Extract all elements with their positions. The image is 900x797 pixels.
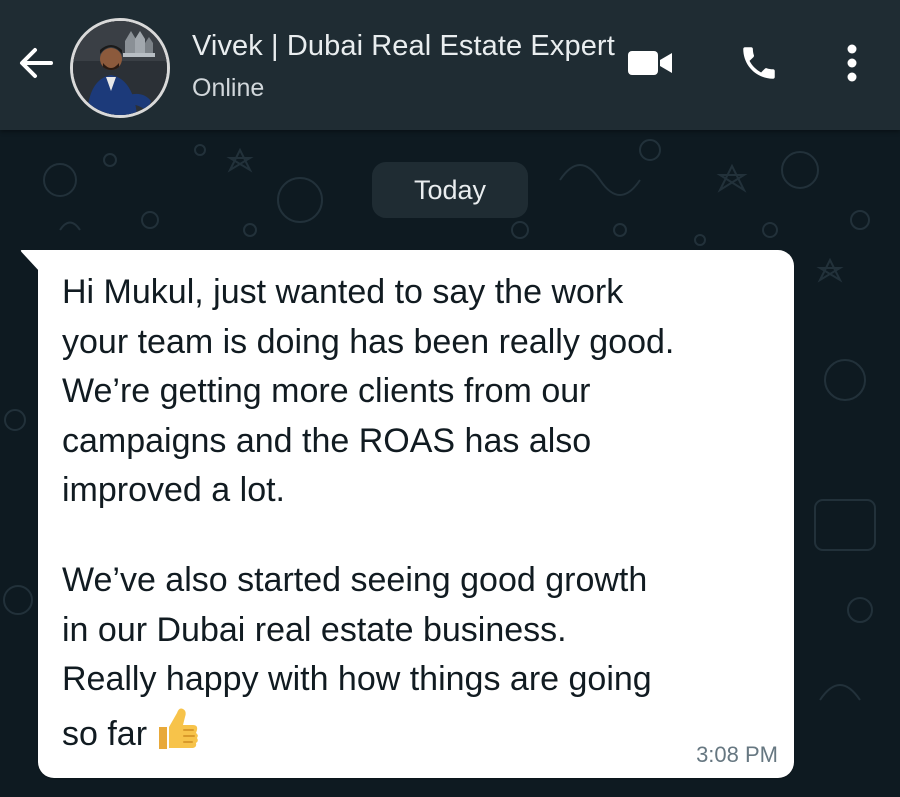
video-call-button[interactable] bbox=[620, 40, 680, 90]
phone-icon bbox=[738, 42, 780, 89]
message-timestamp: 3:08 PM bbox=[696, 742, 778, 767]
avatar-image bbox=[73, 21, 167, 115]
voice-call-button[interactable] bbox=[732, 40, 786, 90]
arrow-left-icon bbox=[17, 45, 57, 86]
video-call-icon bbox=[626, 47, 674, 84]
avatar[interactable] bbox=[70, 18, 170, 118]
back-button[interactable] bbox=[14, 42, 60, 88]
thumbs-up-icon bbox=[153, 705, 201, 768]
message-paragraph-1: Hi Mukul, just wanted to say the work yo… bbox=[62, 273, 675, 509]
date-divider: Today bbox=[372, 162, 528, 218]
message-paragraph-2-text: We’ve also started seeing good growth in… bbox=[62, 561, 652, 753]
more-vertical-icon bbox=[845, 42, 859, 89]
contact-name[interactable]: Vivek | Dubai Real Estate Expert bbox=[192, 30, 615, 63]
message-paragraph-2: We’ve also started seeing good growth in… bbox=[62, 556, 782, 767]
incoming-message-bubble[interactable]: Hi Mukul, just wanted to say the work yo… bbox=[20, 250, 794, 778]
chat-header: Vivek | Dubai Real Estate Expert Online bbox=[0, 0, 900, 130]
more-options-button[interactable] bbox=[830, 38, 874, 92]
contact-status: Online bbox=[192, 74, 265, 102]
bubble-tail bbox=[20, 250, 40, 272]
